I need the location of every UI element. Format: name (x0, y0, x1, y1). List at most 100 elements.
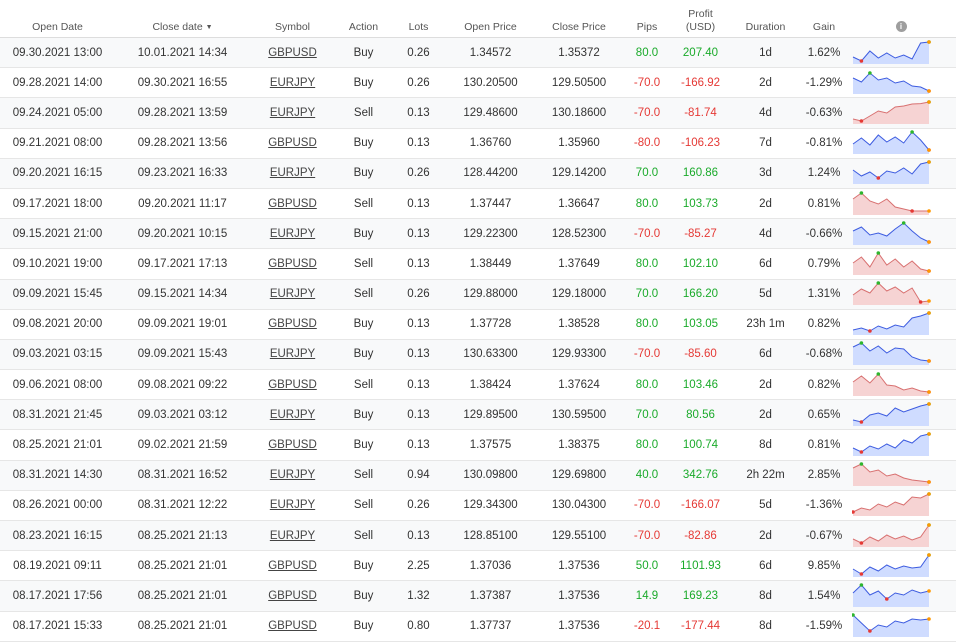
header-symbol[interactable]: Symbol (250, 0, 335, 38)
table-row[interactable]: 08.17.2021 15:33 08.25.2021 21:01 GBPUSD Bu… (0, 611, 956, 642)
open-price-cell: 1.38424 (445, 369, 536, 401)
header-open-price[interactable]: Open Price (445, 0, 536, 38)
table-row[interactable]: 09.10.2021 19:00 09.17.2021 17:13 GBPUSD Se… (0, 248, 956, 280)
table-row[interactable]: 08.31.2021 14:30 08.31.2021 16:52 EURJPY Se… (0, 460, 956, 491)
symbol-link[interactable]: GBPUSD (268, 47, 317, 59)
table-row[interactable]: 08.25.2021 21:01 09.02.2021 21:59 GBPUSD Bu… (0, 429, 956, 461)
symbol-link[interactable]: EURJPY (270, 288, 315, 300)
symbol-link[interactable]: EURJPY (270, 469, 315, 481)
symbol-link[interactable]: EURJPY (270, 499, 315, 511)
gain-sparkline-cell (846, 369, 956, 401)
gain-sparkline-cell (846, 429, 956, 461)
gain-cell: 0.81% (802, 188, 846, 220)
symbol-link[interactable]: EURJPY (270, 409, 315, 421)
close-price-cell: 1.37649 (536, 248, 622, 280)
gain-sparkline-cell (846, 580, 956, 612)
gain-cell: 1.62% (802, 37, 846, 69)
open-price-cell: 130.63300 (445, 339, 536, 371)
symbol-link[interactable]: GBPUSD (268, 198, 317, 210)
header-close-date[interactable]: Close date ▼ (115, 0, 250, 38)
table-row[interactable]: 09.06.2021 08:00 09.08.2021 09:22 GBPUSD Se… (0, 369, 956, 401)
sparkline-end-marker (927, 552, 931, 557)
symbol-link[interactable]: GBPUSD (268, 560, 317, 572)
table-row[interactable]: 09.30.2021 13:00 10.01.2021 14:34 GBPUSD Bu… (0, 37, 956, 69)
header-profit[interactable]: Profit (USD) (672, 0, 729, 38)
table-row[interactable]: 09.28.2021 14:00 09.30.2021 16:55 EURJPY Bu… (0, 67, 956, 99)
header-lots[interactable]: Lots (392, 0, 445, 38)
sparkline-end-marker (927, 88, 931, 93)
open-price-cell: 1.37728 (445, 309, 536, 340)
header-open-date[interactable]: Open Date (0, 0, 115, 38)
table-row[interactable]: 09.09.2021 15:45 09.15.2021 14:34 EURJPY Se… (0, 279, 956, 310)
pips-cell: 70.0 (622, 158, 672, 189)
close-date-cell: 09.08.2021 09:22 (115, 369, 250, 401)
header-close-price[interactable]: Close Price (536, 0, 622, 38)
header-pips[interactable]: Pips (622, 0, 672, 38)
lots-cell: 0.13 (392, 97, 445, 129)
duration-cell: 7d (729, 128, 802, 159)
action-cell: Sell (335, 520, 392, 552)
duration-cell: 2d (729, 67, 802, 99)
sparkline-area (853, 554, 929, 577)
gain-cell: 0.65% (802, 399, 846, 431)
duration-cell: 8d (729, 580, 802, 612)
symbol-link[interactable]: GBPUSD (268, 590, 317, 602)
sparkline-low-marker (859, 119, 864, 123)
close-date-cell: 08.25.2021 21:01 (115, 550, 250, 582)
symbol-link[interactable]: EURJPY (270, 530, 315, 542)
symbol-link[interactable]: GBPUSD (268, 318, 317, 330)
symbol-link[interactable]: EURJPY (270, 348, 315, 360)
open-price-cell: 1.38449 (445, 248, 536, 280)
duration-cell: 6d (729, 550, 802, 582)
symbol-link[interactable]: GBPUSD (268, 258, 317, 270)
info-icon[interactable]: i (895, 21, 907, 32)
table-row[interactable]: 09.17.2021 18:00 09.20.2021 11:17 GBPUSD Se… (0, 188, 956, 220)
gain-sparkline (852, 522, 931, 547)
table-row[interactable]: 09.24.2021 05:00 09.28.2021 13:59 EURJPY Se… (0, 97, 956, 129)
lots-cell: 0.26 (392, 67, 445, 99)
table-row[interactable]: 09.08.2021 20:00 09.09.2021 19:01 GBPUSD Bu… (0, 309, 956, 340)
sparkline-area (853, 101, 929, 124)
table-row[interactable]: 08.31.2021 21:45 09.03.2021 03:12 EURJPY Bu… (0, 399, 956, 431)
symbol-link[interactable]: EURJPY (270, 77, 315, 89)
pips-cell: -70.0 (622, 97, 672, 129)
table-row[interactable]: 08.26.2021 00:00 08.31.2021 12:22 EURJPY Se… (0, 490, 956, 522)
table-row[interactable]: 09.15.2021 21:00 09.20.2021 10:15 EURJPY Bu… (0, 218, 956, 250)
table-row[interactable]: 08.19.2021 09:11 08.25.2021 21:01 GBPUSD Bu… (0, 550, 956, 582)
symbol-link[interactable]: EURJPY (270, 167, 315, 179)
gain-sparkline-cell (846, 520, 956, 552)
header-duration[interactable]: Duration (729, 0, 802, 38)
table-row[interactable]: 08.23.2021 16:15 08.25.2021 21:13 EURJPY Se… (0, 520, 956, 552)
profit-cell: 80.56 (672, 399, 729, 431)
symbol-link[interactable]: GBPUSD (268, 620, 317, 632)
sparkline-high-marker (859, 190, 864, 195)
symbol-link[interactable]: GBPUSD (268, 137, 317, 149)
lots-cell: 0.80 (392, 611, 445, 642)
symbol-cell: GBPUSD (250, 248, 335, 280)
lots-cell: 0.13 (392, 369, 445, 401)
profit-cell: -82.86 (672, 520, 729, 552)
open-price-cell: 1.37387 (445, 580, 536, 612)
profit-cell: 100.74 (672, 429, 729, 461)
action-cell: Buy (335, 128, 392, 159)
sparkline-end-marker (927, 100, 931, 104)
close-date-cell: 09.30.2021 16:55 (115, 67, 250, 99)
table-row[interactable]: 09.03.2021 03:15 09.09.2021 15:43 EURJPY Bu… (0, 339, 956, 371)
table-row[interactable]: 09.21.2021 08:00 09.28.2021 13:56 GBPUSD Bu… (0, 128, 956, 159)
symbol-link[interactable]: GBPUSD (268, 439, 317, 451)
header-action[interactable]: Action (335, 0, 392, 38)
table-row[interactable]: 09.20.2021 16:15 09.23.2021 16:33 EURJPY Bu… (0, 158, 956, 189)
open-date-cell: 09.21.2021 08:00 (0, 128, 115, 159)
sparkline-area (853, 72, 929, 94)
lots-cell: 0.13 (392, 399, 445, 431)
symbol-link[interactable]: EURJPY (270, 107, 315, 119)
profit-cell: 207.40 (672, 37, 729, 69)
sort-desc-icon[interactable]: ▼ (206, 24, 213, 31)
gain-sparkline (852, 371, 931, 396)
open-price-cell: 128.85100 (445, 520, 536, 552)
header-gain[interactable]: Gain (802, 0, 846, 38)
symbol-link[interactable]: EURJPY (270, 228, 315, 240)
table-row[interactable]: 08.17.2021 17:56 08.25.2021 21:01 GBPUSD Bu… (0, 580, 956, 612)
gain-sparkline (852, 251, 931, 275)
symbol-link[interactable]: GBPUSD (268, 379, 317, 391)
